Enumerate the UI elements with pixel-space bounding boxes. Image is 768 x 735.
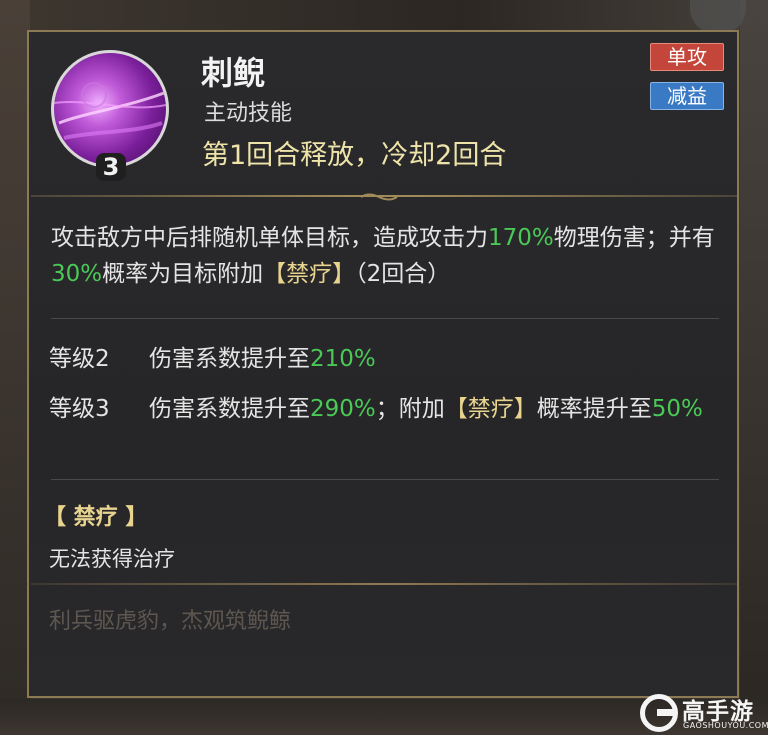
g-logo-icon: [640, 694, 678, 732]
ornament-icon: [360, 193, 398, 201]
level-effect-text: 概率提升至: [536, 396, 652, 422]
skill-type: 主动技能: [204, 101, 293, 126]
flavor-text: 利兵驱虎豹，杰观筑鲵鲸: [49, 609, 292, 634]
skill-timing: 第1回合释放，冷却2回合: [202, 140, 507, 171]
skill-tooltip-panel: 3 刺鲵 主动技能 第1回合释放，冷却2回合 单攻 减益 攻击敌方中后排随机单体…: [27, 30, 739, 698]
level-effect-text: ；附加: [375, 396, 445, 422]
level-effect: 伤害系数提升至210%: [149, 343, 709, 376]
level-label: 等级3: [49, 396, 110, 422]
background-left: [0, 0, 30, 735]
level-label: 等级2: [49, 346, 110, 372]
status-description: 无法获得治疗: [49, 547, 175, 571]
status-name: 【禁疗】: [444, 396, 537, 422]
level-effect: 伤害系数提升至290%；附加【禁疗】概率提升至50%: [149, 393, 709, 426]
flavor-divider: [31, 583, 737, 585]
chance-value: 30%: [51, 261, 103, 287]
status-name: 【禁疗】: [263, 261, 356, 287]
desc-text: 概率为目标附加: [102, 261, 264, 287]
skill-description: 攻击敌方中后排随机单体目标，造成攻击力170%物理伤害；并有 30%概率为目标附加…: [51, 220, 719, 292]
skill-icon-frame: 3: [51, 50, 169, 181]
damage-value: 170%: [488, 225, 554, 251]
level-value: 290%: [310, 396, 376, 422]
desc-text: 物理伤害；并有: [553, 225, 715, 251]
level-value: 210%: [310, 346, 376, 372]
level-effect-text: 伤害系数提升至: [149, 396, 310, 422]
level-value: 50%: [651, 396, 703, 422]
desc-text: （2回合）: [355, 261, 451, 287]
target-tag: 单攻: [650, 43, 724, 71]
level-effect-text: 伤害系数提升至: [149, 346, 310, 372]
watermark-subtext: GAOSHOUYOU.COM: [683, 721, 768, 730]
watermark-logo: 高手游 GAOSHOUYOU.COM: [640, 692, 768, 735]
section-divider: [51, 479, 719, 480]
purple-slash-icon: [51, 50, 169, 168]
skill-level-badge: 3: [96, 153, 126, 181]
skill-name: 刺鲵: [201, 54, 266, 92]
status-title: 【 禁疗 】: [44, 505, 148, 530]
desc-text: 攻击敌方中后排随机单体目标，造成攻击力: [51, 225, 488, 251]
section-divider: [51, 318, 719, 319]
background-right: [740, 0, 768, 735]
background-top: [0, 0, 768, 30]
effect-tag: 减益: [650, 82, 724, 110]
